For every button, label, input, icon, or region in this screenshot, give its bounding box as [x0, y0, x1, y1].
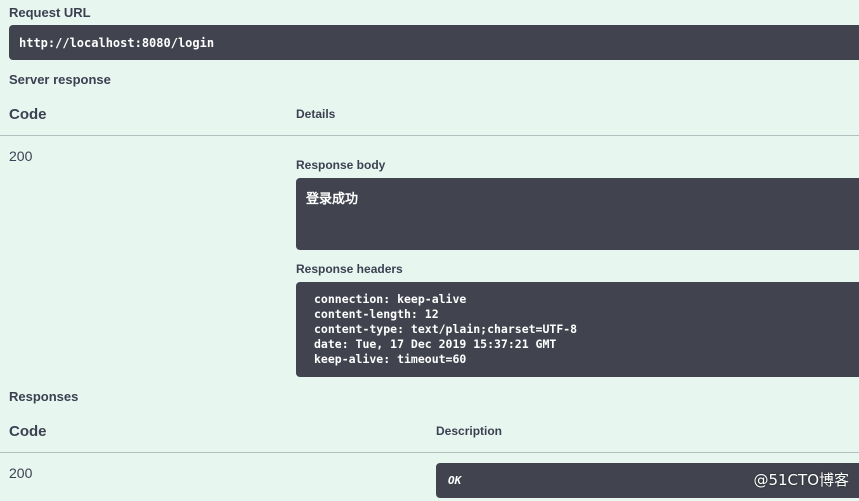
- request-url-value[interactable]: http://localhost:8080/login: [9, 25, 859, 60]
- responses-divider: [0, 452, 859, 453]
- header-line: date: Tue, 17 Dec 2019 15:37:21 GMT: [314, 337, 557, 351]
- watermark: @51CTO博客: [753, 471, 849, 489]
- server-response-details-header: Details: [296, 107, 336, 121]
- header-line: keep-alive: timeout=60: [314, 352, 467, 366]
- server-response-code: 200: [9, 148, 33, 164]
- server-response-code-header: Code: [9, 106, 47, 123]
- responses-code-header: Code: [9, 423, 47, 440]
- responses-description-header: Description: [436, 424, 503, 438]
- responses-code: 200: [9, 465, 33, 481]
- responses-label: Responses: [9, 389, 79, 404]
- header-line: content-length: 12: [314, 307, 439, 321]
- response-body-block[interactable]: 登录成功: [296, 178, 859, 250]
- server-response-label: Server response: [9, 72, 111, 87]
- responses-description-text: OK: [448, 474, 462, 487]
- header-line: connection: keep-alive: [314, 292, 467, 306]
- response-body-text: 登录成功: [306, 192, 359, 207]
- response-headers-label: Response headers: [296, 262, 403, 276]
- request-url-label: Request URL: [9, 5, 91, 20]
- response-body-label: Response body: [296, 158, 386, 172]
- response-headers-block[interactable]: connection: keep-alive content-length: 1…: [296, 282, 859, 377]
- server-response-divider: [0, 135, 859, 136]
- header-line: content-type: text/plain;charset=UTF-8: [314, 322, 578, 336]
